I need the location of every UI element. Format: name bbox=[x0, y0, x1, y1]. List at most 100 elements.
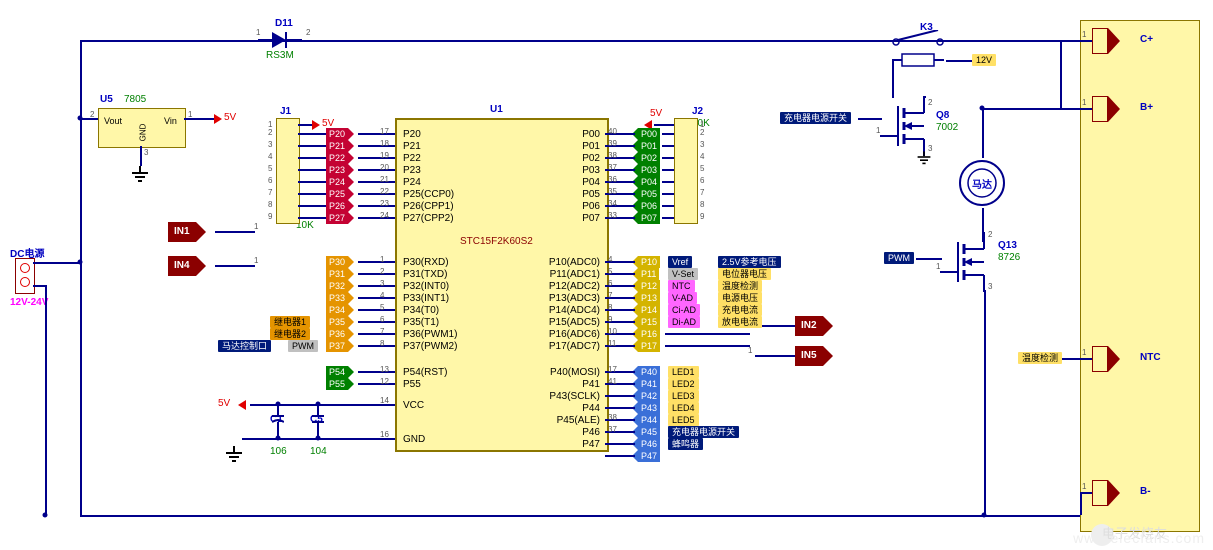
pin-flag: P00 bbox=[632, 128, 660, 140]
diode-D11 bbox=[258, 28, 302, 52]
tag-12v: 12V bbox=[972, 54, 996, 66]
D11-ref: D11 bbox=[275, 18, 293, 29]
net-pwm: PWM bbox=[884, 252, 914, 264]
wire bbox=[946, 60, 972, 62]
pin-flag: P11 bbox=[632, 268, 659, 280]
pin-flag: P14 bbox=[632, 304, 660, 316]
pin-flag: P31 bbox=[326, 268, 354, 280]
net-label: Vref bbox=[668, 256, 692, 268]
pin-num: 2 bbox=[306, 28, 310, 37]
net-label: 继电器2 bbox=[270, 328, 310, 340]
watermark: www.elecfans.com bbox=[1073, 530, 1205, 546]
pin-flag: P22 bbox=[326, 152, 354, 164]
wire bbox=[916, 258, 942, 260]
schematic-canvas: DC电源 12V-24V D11 RS3M 1 2 U5 7805 Vout V… bbox=[0, 0, 1213, 550]
port-label: NTC bbox=[1140, 352, 1161, 363]
5v-arrow bbox=[214, 114, 222, 124]
pin-flag: P46 bbox=[632, 438, 660, 450]
in4-flag: IN4 bbox=[168, 256, 206, 276]
pin-flag: P33 bbox=[326, 292, 354, 304]
wire bbox=[215, 265, 255, 267]
net-label: LED1 bbox=[668, 366, 699, 378]
pin-num: 1 bbox=[936, 262, 940, 271]
dc-input bbox=[15, 258, 35, 294]
wire bbox=[982, 108, 984, 158]
C1-val: 106 bbox=[270, 446, 287, 457]
pin-flag: P35 bbox=[326, 316, 354, 328]
pin-flag: P21 bbox=[326, 140, 354, 152]
pin-flag: P04 bbox=[632, 176, 660, 188]
wire bbox=[184, 118, 214, 120]
pin-flag: P24 bbox=[326, 176, 354, 188]
pin-flag: P40 bbox=[632, 366, 660, 378]
port-label: B- bbox=[1140, 486, 1151, 497]
net-label: 电位器电压 bbox=[718, 268, 771, 280]
U5-gnd: GND bbox=[138, 124, 147, 142]
pin-flag: P54 bbox=[326, 366, 354, 378]
Q8-val: 7002 bbox=[936, 122, 958, 133]
pin-flag: P43 bbox=[632, 402, 660, 414]
wire bbox=[858, 118, 882, 120]
wire bbox=[1062, 358, 1080, 360]
net-temp: 温度检测 bbox=[1018, 352, 1062, 364]
pin-flag: P06 bbox=[632, 200, 660, 212]
v5-label: 5V bbox=[224, 112, 236, 123]
pin-num: 1 bbox=[254, 222, 258, 231]
net-label: 充电器电源开关 bbox=[668, 426, 739, 438]
mcu-gnd: GND bbox=[403, 434, 425, 445]
pin-flag: P16 bbox=[632, 328, 660, 340]
net-label: 温度检测 bbox=[718, 280, 762, 292]
net-label: Ci-AD bbox=[668, 304, 700, 316]
wire bbox=[924, 96, 926, 98]
pin-flag: P03 bbox=[632, 164, 660, 176]
pin-flag: P42 bbox=[632, 390, 660, 402]
U5-vout: Vout bbox=[104, 116, 122, 126]
pin-num: 1 bbox=[256, 28, 260, 37]
cap-C5 bbox=[312, 404, 324, 438]
junction bbox=[43, 513, 48, 518]
v5-label: 5V bbox=[218, 398, 230, 409]
net-label: PWM bbox=[288, 340, 318, 352]
U5-vin: Vin bbox=[164, 116, 177, 126]
pin-num: 2 bbox=[928, 98, 932, 107]
gnd-icon bbox=[132, 166, 148, 180]
pin-flag: P41 bbox=[632, 378, 660, 390]
C5-val: 104 bbox=[310, 446, 327, 457]
Q8-ref: Q8 bbox=[936, 110, 949, 121]
pin-flag: P07 bbox=[632, 212, 660, 224]
net-label: LED4 bbox=[668, 402, 699, 414]
U1-ref: U1 bbox=[490, 104, 503, 115]
net-label: 2.5V参考电压 bbox=[718, 256, 781, 268]
pin-flag: P13 bbox=[632, 292, 660, 304]
pin-num: 3 bbox=[144, 148, 148, 157]
pin-num: 1 bbox=[254, 256, 258, 265]
wire bbox=[45, 285, 47, 516]
wire bbox=[215, 231, 255, 233]
wire bbox=[80, 515, 1082, 517]
net-label: LED2 bbox=[668, 378, 699, 390]
pin-flag: P05 bbox=[632, 188, 660, 200]
net-label: LED5 bbox=[668, 414, 699, 426]
J2-ref: J2 bbox=[692, 106, 703, 117]
wire bbox=[80, 118, 98, 120]
wire bbox=[80, 40, 82, 515]
pin-flag: P23 bbox=[326, 164, 354, 176]
U1-part: STC15F2K60S2 bbox=[460, 236, 533, 247]
pin-num: 3 bbox=[928, 144, 932, 153]
wire bbox=[33, 262, 80, 264]
port-arrow bbox=[1092, 346, 1120, 372]
pin-flag: P36 bbox=[326, 328, 354, 340]
pin-flag: P27 bbox=[326, 212, 354, 224]
motor-label: 马达 bbox=[972, 176, 992, 191]
switch-K3 bbox=[888, 30, 948, 70]
D11-val: RS3M bbox=[266, 50, 294, 61]
in1-flag: IN1 bbox=[168, 222, 206, 242]
pin-flag: P55 bbox=[326, 378, 354, 390]
port-arrow bbox=[1092, 28, 1120, 54]
net-label: Di-AD bbox=[668, 316, 700, 328]
pin-flag: P10 bbox=[632, 256, 660, 268]
net-label: 蜂鸣器 bbox=[668, 438, 703, 450]
junction bbox=[982, 513, 987, 518]
pin-flag: P01 bbox=[632, 140, 660, 152]
pin-flag: P47 bbox=[632, 450, 660, 462]
